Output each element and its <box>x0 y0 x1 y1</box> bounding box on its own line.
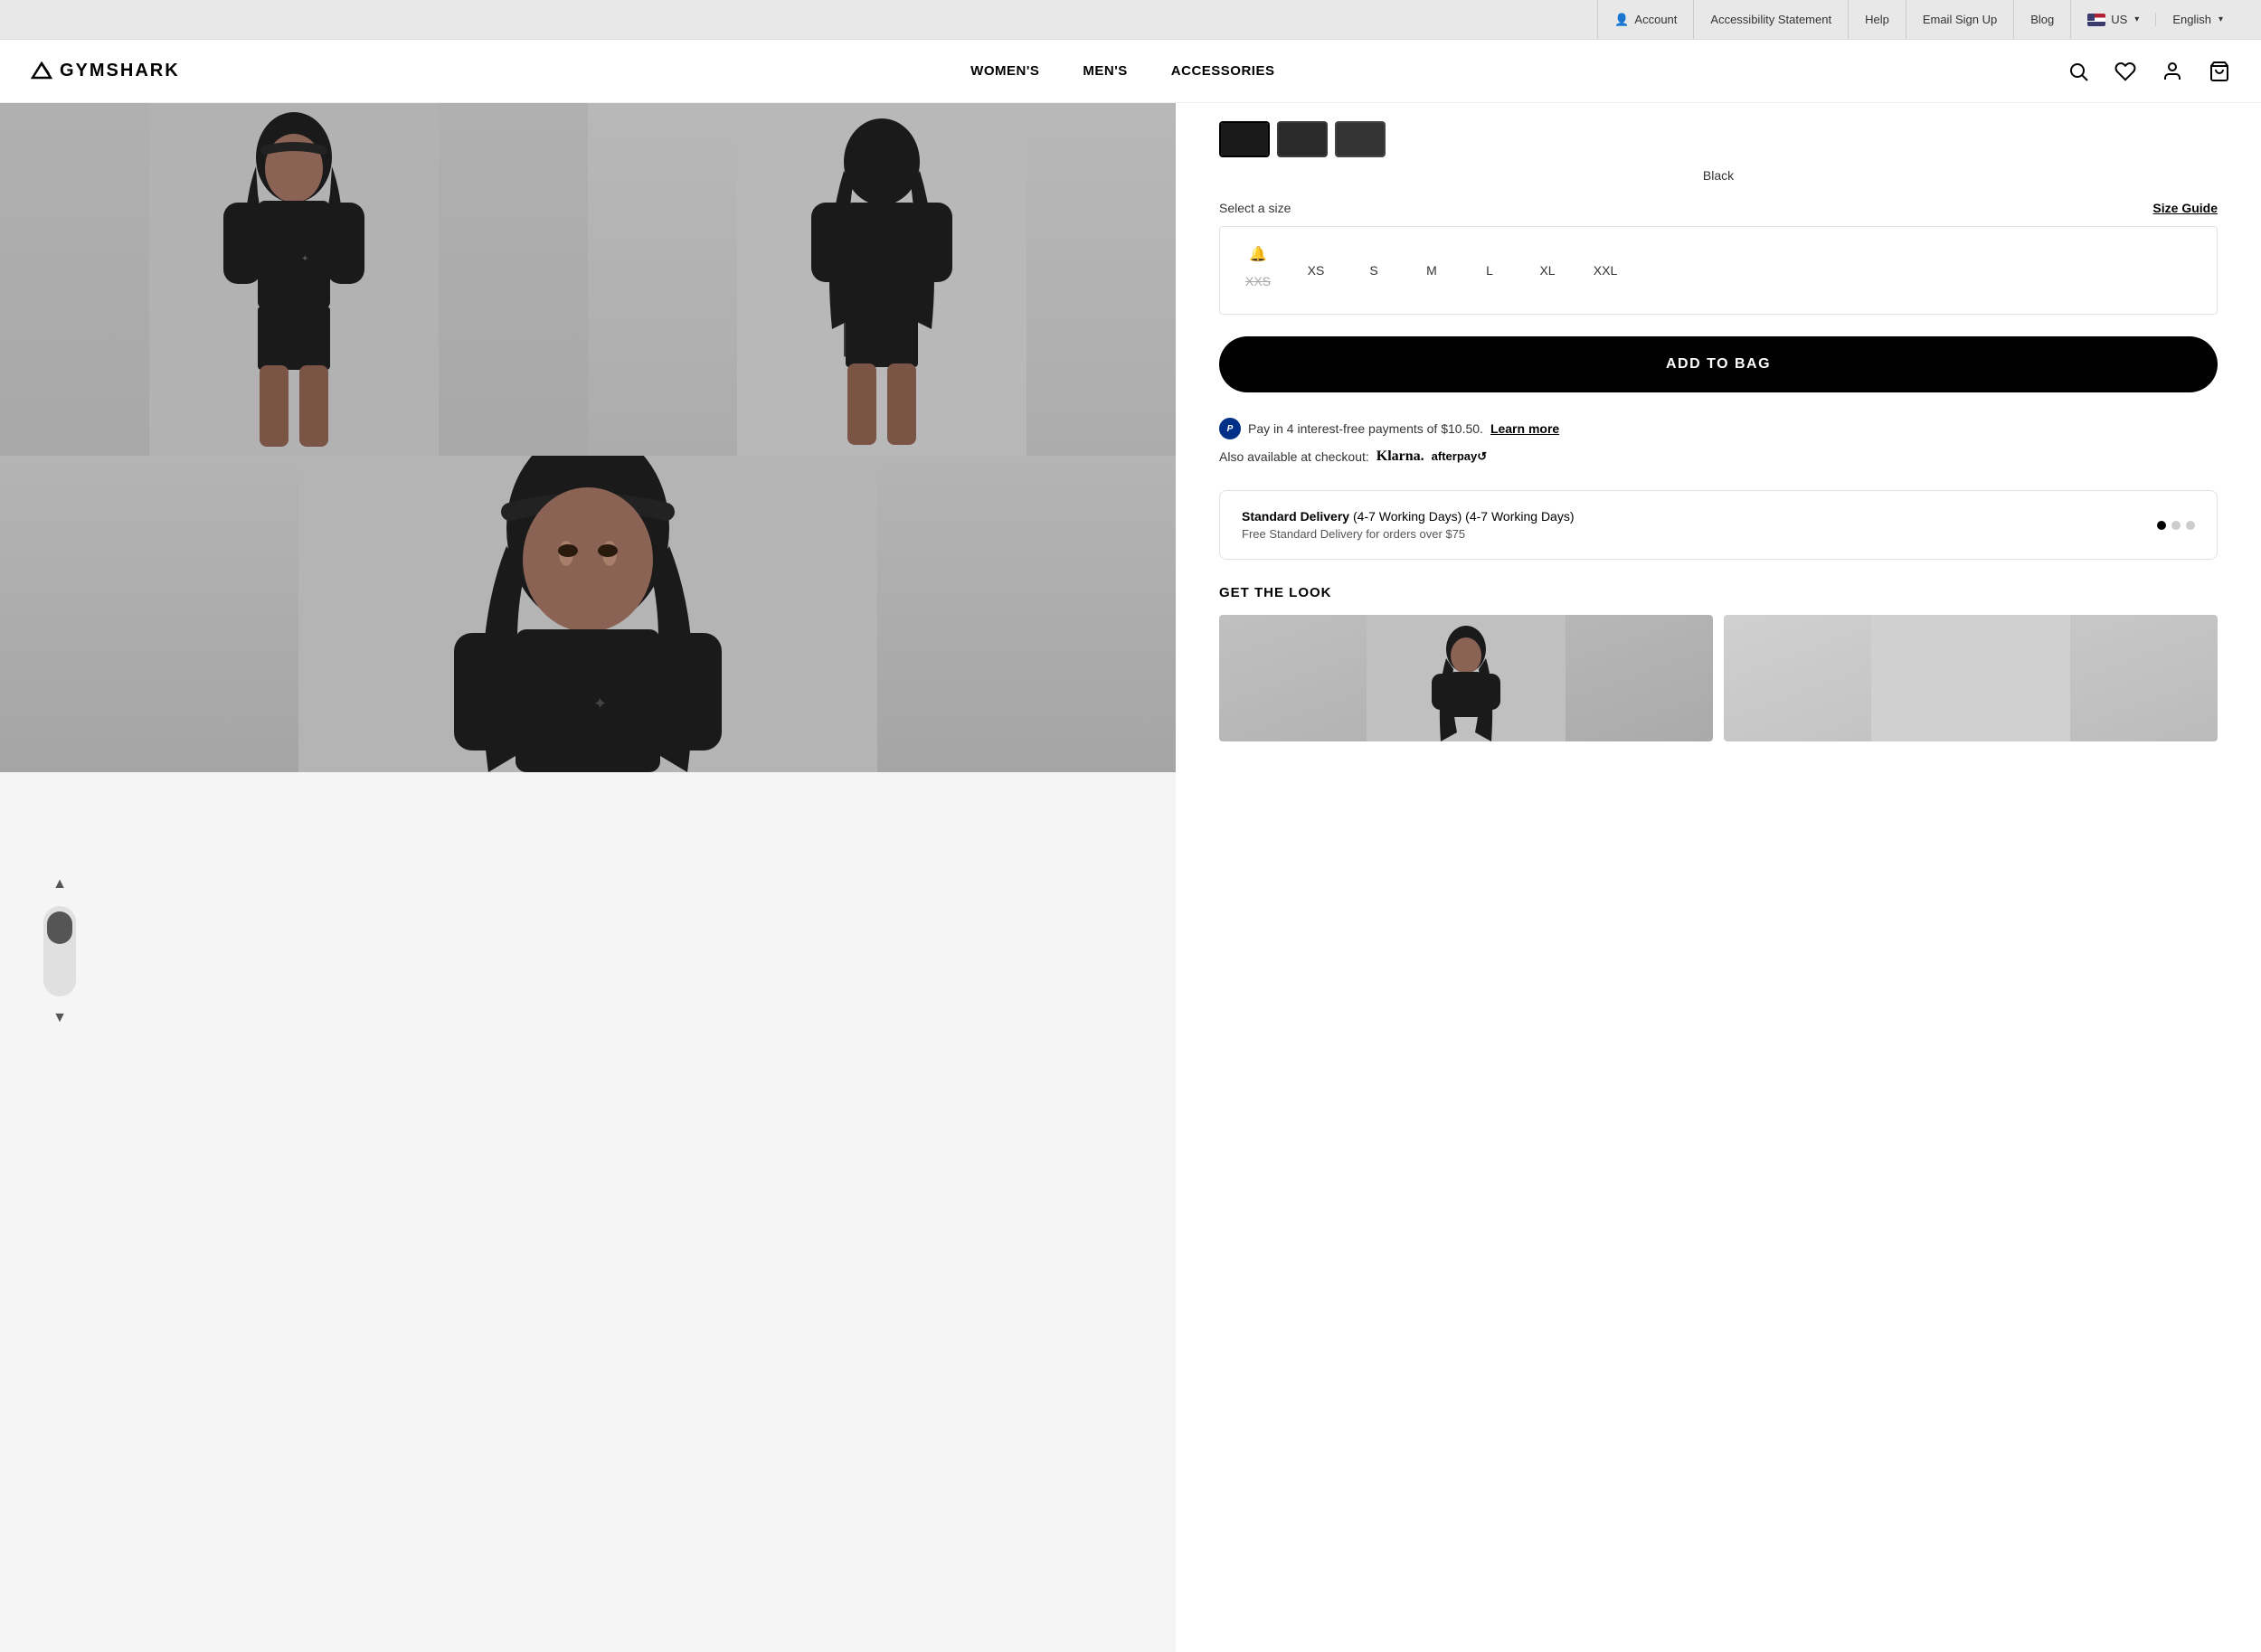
size-selector-label: Select a size <box>1219 201 1291 215</box>
color-thumb-3[interactable] <box>1335 121 1386 157</box>
checkout-prefix: Also available at checkout: <box>1219 449 1369 464</box>
logo-icon <box>29 61 54 81</box>
product-image-back <box>588 103 1176 456</box>
look-image-2[interactable] <box>1724 615 2218 741</box>
size-grid: 🔔 XXS XS S M L XL XXL <box>1219 226 2218 315</box>
size-xl-label: XL <box>1536 256 1558 285</box>
flag-icon <box>2087 14 2105 26</box>
paypal-text: Pay in 4 interest-free payments of $10.5… <box>1248 421 1483 436</box>
delivery-title: Standard Delivery (4-7 Working Days) (4-… <box>1242 509 2157 524</box>
size-xs[interactable]: XS <box>1296 256 1336 285</box>
svg-text:✦: ✦ <box>593 694 607 713</box>
utility-bar: 👤 Account Accessibility Statement Help E… <box>0 0 2261 40</box>
learn-more-link[interactable]: Learn more <box>1490 421 1559 436</box>
delivery-text: Standard Delivery (4-7 Working Days) (4-… <box>1242 509 2157 541</box>
color-thumbnails <box>1219 121 2218 157</box>
dot-1 <box>2157 521 2166 530</box>
size-xxl[interactable]: XXL <box>1585 256 1625 285</box>
afterpay-logo: afterpay↺ <box>1432 449 1487 464</box>
nav-mens[interactable]: MEN'S <box>1083 63 1127 79</box>
logo[interactable]: GYMSHARK <box>29 61 180 81</box>
add-to-bag-button[interactable]: ADD TO BAG <box>1219 336 2218 392</box>
header-icons <box>2066 59 2232 84</box>
color-thumb-1[interactable] <box>1219 121 1270 157</box>
product-images: ✦ <box>0 103 1176 1652</box>
checkout-options: Also available at checkout: Klarna. afte… <box>1219 448 2218 465</box>
delivery-card: Standard Delivery (4-7 Working Days) (4-… <box>1219 490 2218 560</box>
chevron-down-icon: ▾ <box>2134 14 2139 24</box>
account-icon[interactable] <box>2160 59 2185 84</box>
blog-link[interactable]: Blog <box>2014 0 2071 39</box>
look-images <box>1219 615 2218 741</box>
nav-womens[interactable]: WOMEN'S <box>970 63 1039 79</box>
accessibility-link[interactable]: Accessibility Statement <box>1694 0 1849 39</box>
color-label: Black <box>1219 168 2218 183</box>
size-s[interactable]: S <box>1354 256 1394 285</box>
product-image-closeup-svg: ✦ <box>0 456 1176 772</box>
look-image-2-svg <box>1724 615 2218 741</box>
country-selector[interactable]: US ▾ <box>2071 13 2156 26</box>
bell-icon: 🔔 <box>1249 245 1267 263</box>
main-nav: WOMEN'S MEN'S ACCESSORIES <box>970 63 1274 79</box>
look-image-1[interactable] <box>1219 615 1713 741</box>
size-xs-label: XS <box>1304 256 1329 285</box>
look-image-1-svg <box>1219 615 1713 741</box>
main-header: GYMSHARK WOMEN'S MEN'S ACCESSORIES <box>0 40 2261 103</box>
size-xxs-label: XXS <box>1242 267 1274 296</box>
get-the-look-title: GET THE LOOK <box>1219 585 2218 600</box>
scroll-thumb <box>47 911 72 944</box>
get-the-look-section: GET THE LOOK <box>1219 585 2218 741</box>
delivery-dots <box>2157 521 2195 530</box>
image-top-row: ✦ <box>0 103 1176 456</box>
bag-icon[interactable] <box>2207 59 2232 84</box>
search-icon[interactable] <box>2066 59 2091 84</box>
size-s-label: S <box>1366 256 1381 285</box>
scroll-indicator: ▲ ▼ <box>43 870 76 1033</box>
delivery-subtitle: Free Standard Delivery for orders over $… <box>1242 527 2157 541</box>
wishlist-icon[interactable] <box>2113 59 2138 84</box>
nav-accessories[interactable]: ACCESSORIES <box>1171 63 1275 79</box>
size-header: Select a size Size Guide <box>1219 201 2218 215</box>
dot-2 <box>2171 521 2181 530</box>
dot-3 <box>2186 521 2195 530</box>
product-image-closeup: ✦ <box>0 456 1176 772</box>
page-layout: ✦ <box>0 103 2261 1652</box>
size-xxs[interactable]: 🔔 XXS <box>1238 245 1278 296</box>
svg-text:✦: ✦ <box>301 254 308 264</box>
scroll-up-button[interactable]: ▲ <box>45 870 74 899</box>
paypal-payment-info: P Pay in 4 interest-free payments of $10… <box>1219 418 2218 439</box>
help-link[interactable]: Help <box>1849 0 1906 39</box>
scroll-track <box>43 906 76 996</box>
account-link[interactable]: 👤 Account <box>1597 0 1694 39</box>
product-details: Black Select a size Size Guide 🔔 XXS XS … <box>1176 103 2261 1652</box>
paypal-icon: P <box>1219 418 1241 439</box>
language-selector[interactable]: English ▾ <box>2156 13 2239 26</box>
product-image-front-svg: ✦ <box>0 103 588 456</box>
chevron-down-icon: ▾ <box>2218 14 2223 24</box>
size-l-label: L <box>1482 256 1497 285</box>
scroll-down-button[interactable]: ▼ <box>45 1004 74 1033</box>
size-m-label: M <box>1423 256 1441 285</box>
account-icon: 👤 <box>1614 13 1629 27</box>
delivery-days: (4-7 Working Days) <box>1353 509 1462 524</box>
klarna-logo: Klarna. <box>1376 448 1424 465</box>
product-image-back-svg <box>588 103 1176 456</box>
size-m[interactable]: M <box>1412 256 1452 285</box>
color-thumb-2[interactable] <box>1277 121 1328 157</box>
size-xl[interactable]: XL <box>1528 256 1567 285</box>
size-l[interactable]: L <box>1470 256 1509 285</box>
size-xxl-label: XXL <box>1590 256 1621 285</box>
email-signup-link[interactable]: Email Sign Up <box>1906 0 2014 39</box>
product-image-front: ✦ <box>0 103 588 456</box>
size-guide-link[interactable]: Size Guide <box>2152 201 2218 215</box>
